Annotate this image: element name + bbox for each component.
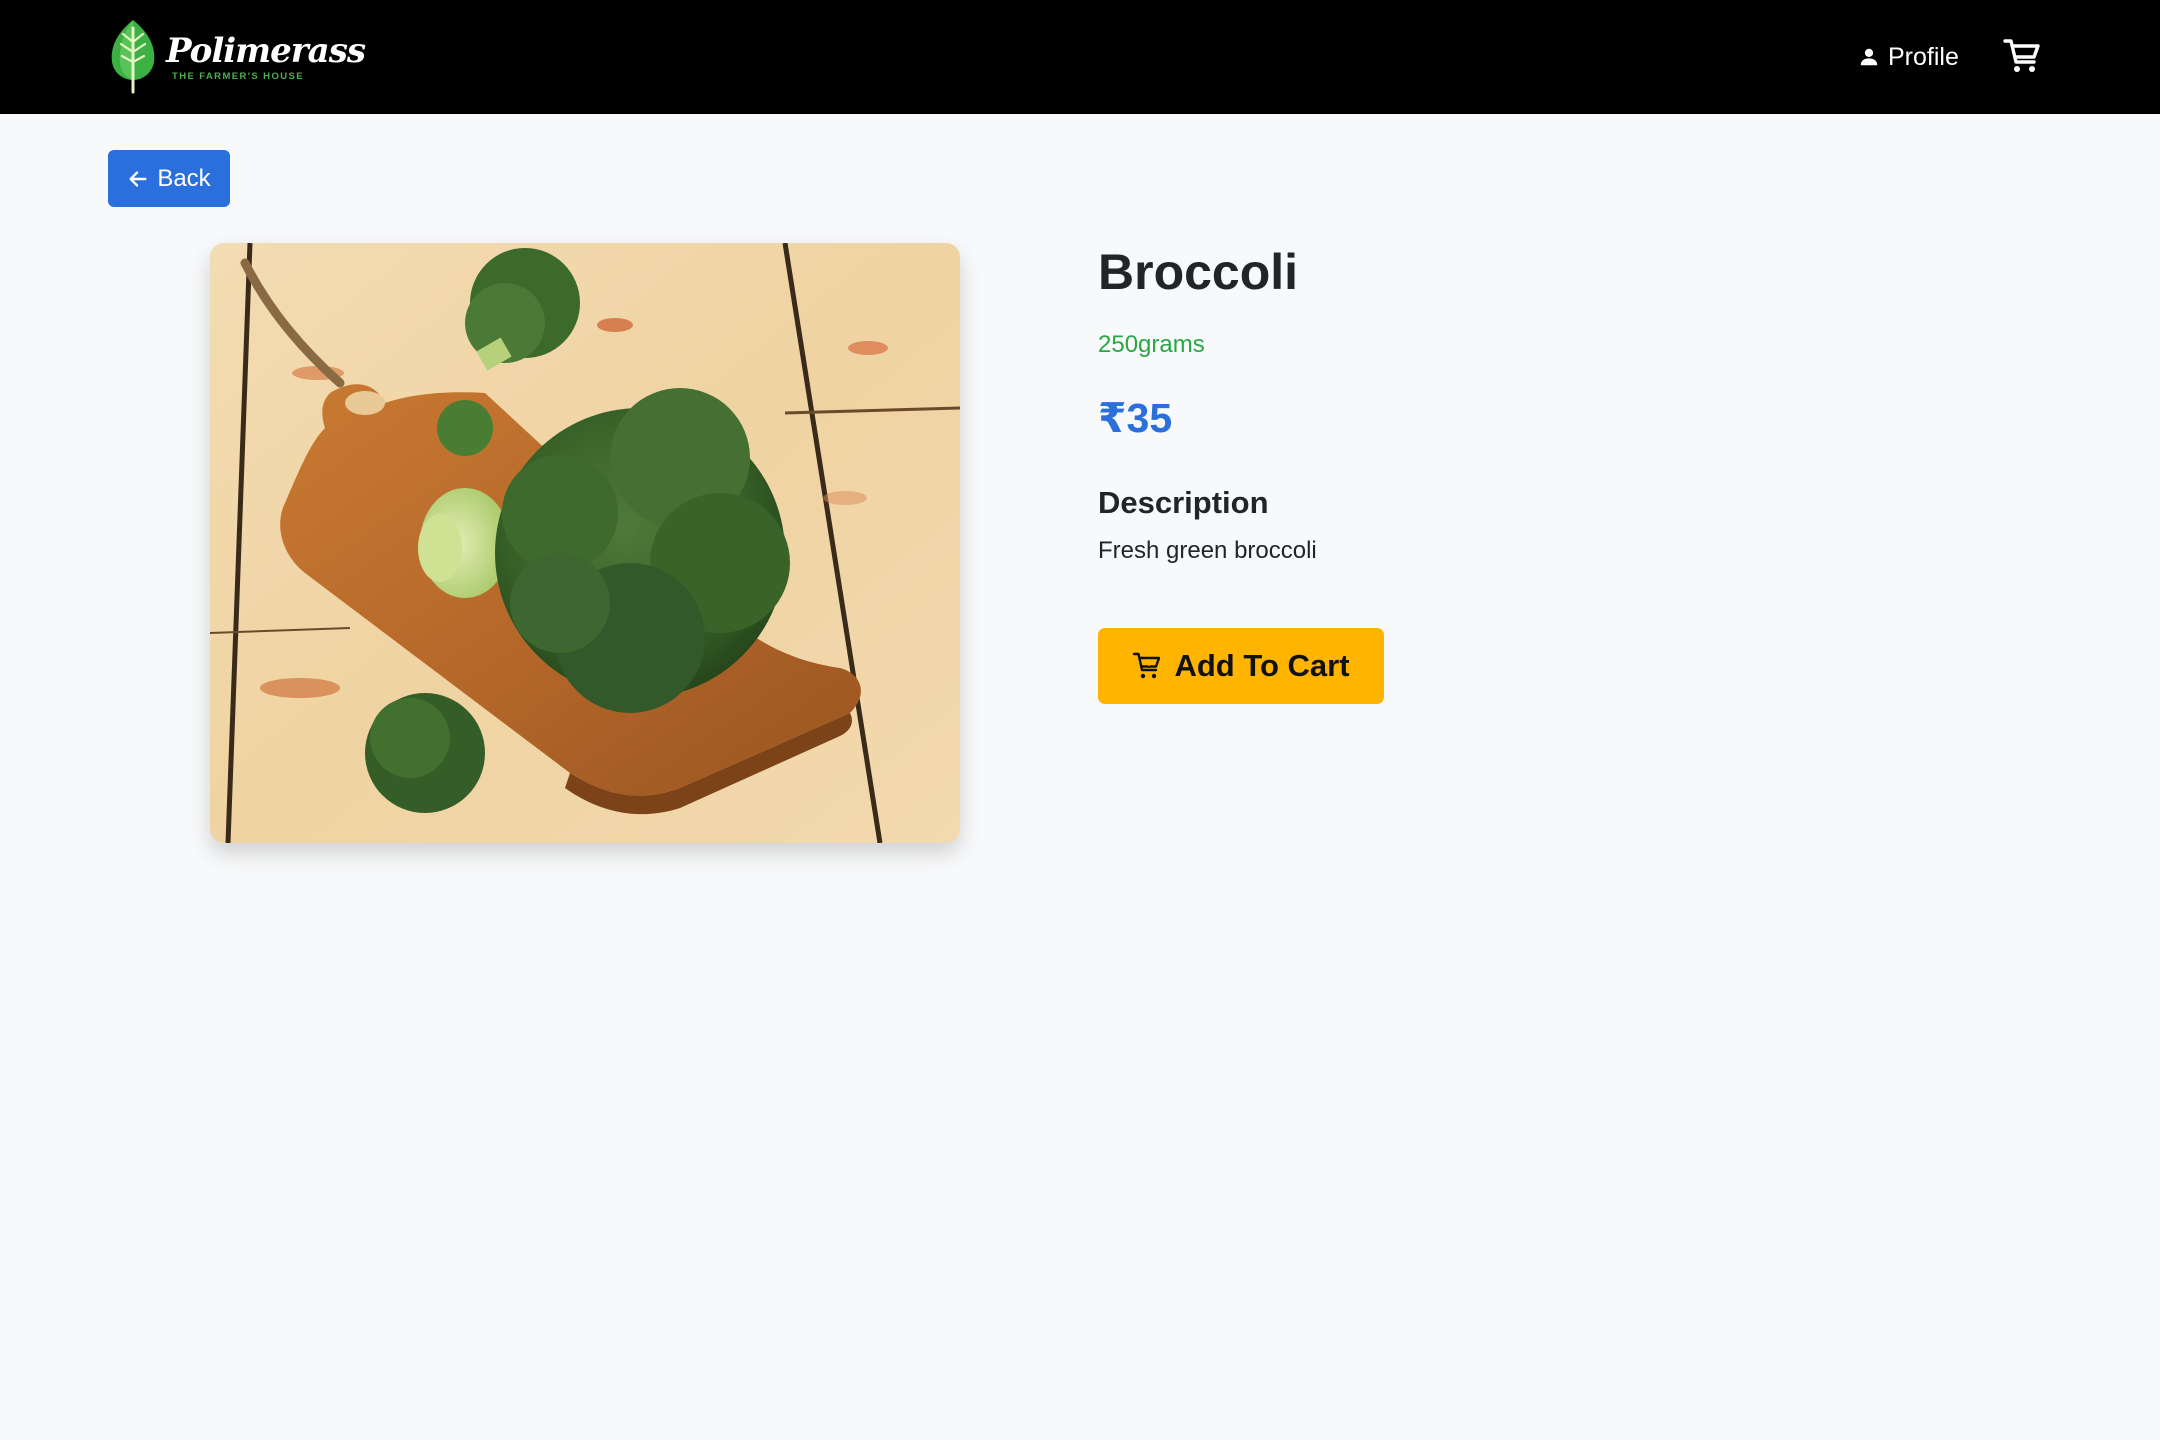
add-to-cart-button[interactable]: Add To Cart xyxy=(1098,628,1384,704)
person-icon xyxy=(1860,48,1878,66)
broccoli-photo xyxy=(210,243,960,843)
back-button[interactable]: Back xyxy=(108,150,230,207)
product-image xyxy=(210,243,960,843)
product-details: Broccoli 250grams ₹35 Description Fresh … xyxy=(1098,240,1998,704)
cart-button[interactable] xyxy=(2002,36,2042,76)
arrow-left-icon xyxy=(129,170,147,187)
top-navbar: Polimerass THE FARMER'S HOUSE Profile xyxy=(0,0,2160,114)
brand-tagline: THE FARMER'S HOUSE xyxy=(172,71,304,82)
description-text: Fresh green broccoli xyxy=(1098,537,1317,564)
brand-logo[interactable]: Polimerass THE FARMER'S HOUSE xyxy=(108,18,366,96)
product-name: Broccoli xyxy=(1098,244,1299,300)
profile-link[interactable]: Profile xyxy=(1858,38,1959,76)
brand-text: Polimerass THE FARMER'S HOUSE xyxy=(166,31,366,82)
cart-icon xyxy=(2003,39,2040,72)
profile-label: Profile xyxy=(1888,42,1959,71)
cart-plus-icon xyxy=(1133,652,1161,679)
back-button-label: Back xyxy=(157,164,211,192)
product-price: ₹35 xyxy=(1098,395,1173,441)
brand-name: Polimerass xyxy=(166,31,366,71)
add-to-cart-label: Add To Cart xyxy=(1174,648,1350,683)
product-quantity: 250grams xyxy=(1098,331,1205,358)
leaf-icon xyxy=(111,20,155,94)
description-heading: Description xyxy=(1098,485,1269,520)
